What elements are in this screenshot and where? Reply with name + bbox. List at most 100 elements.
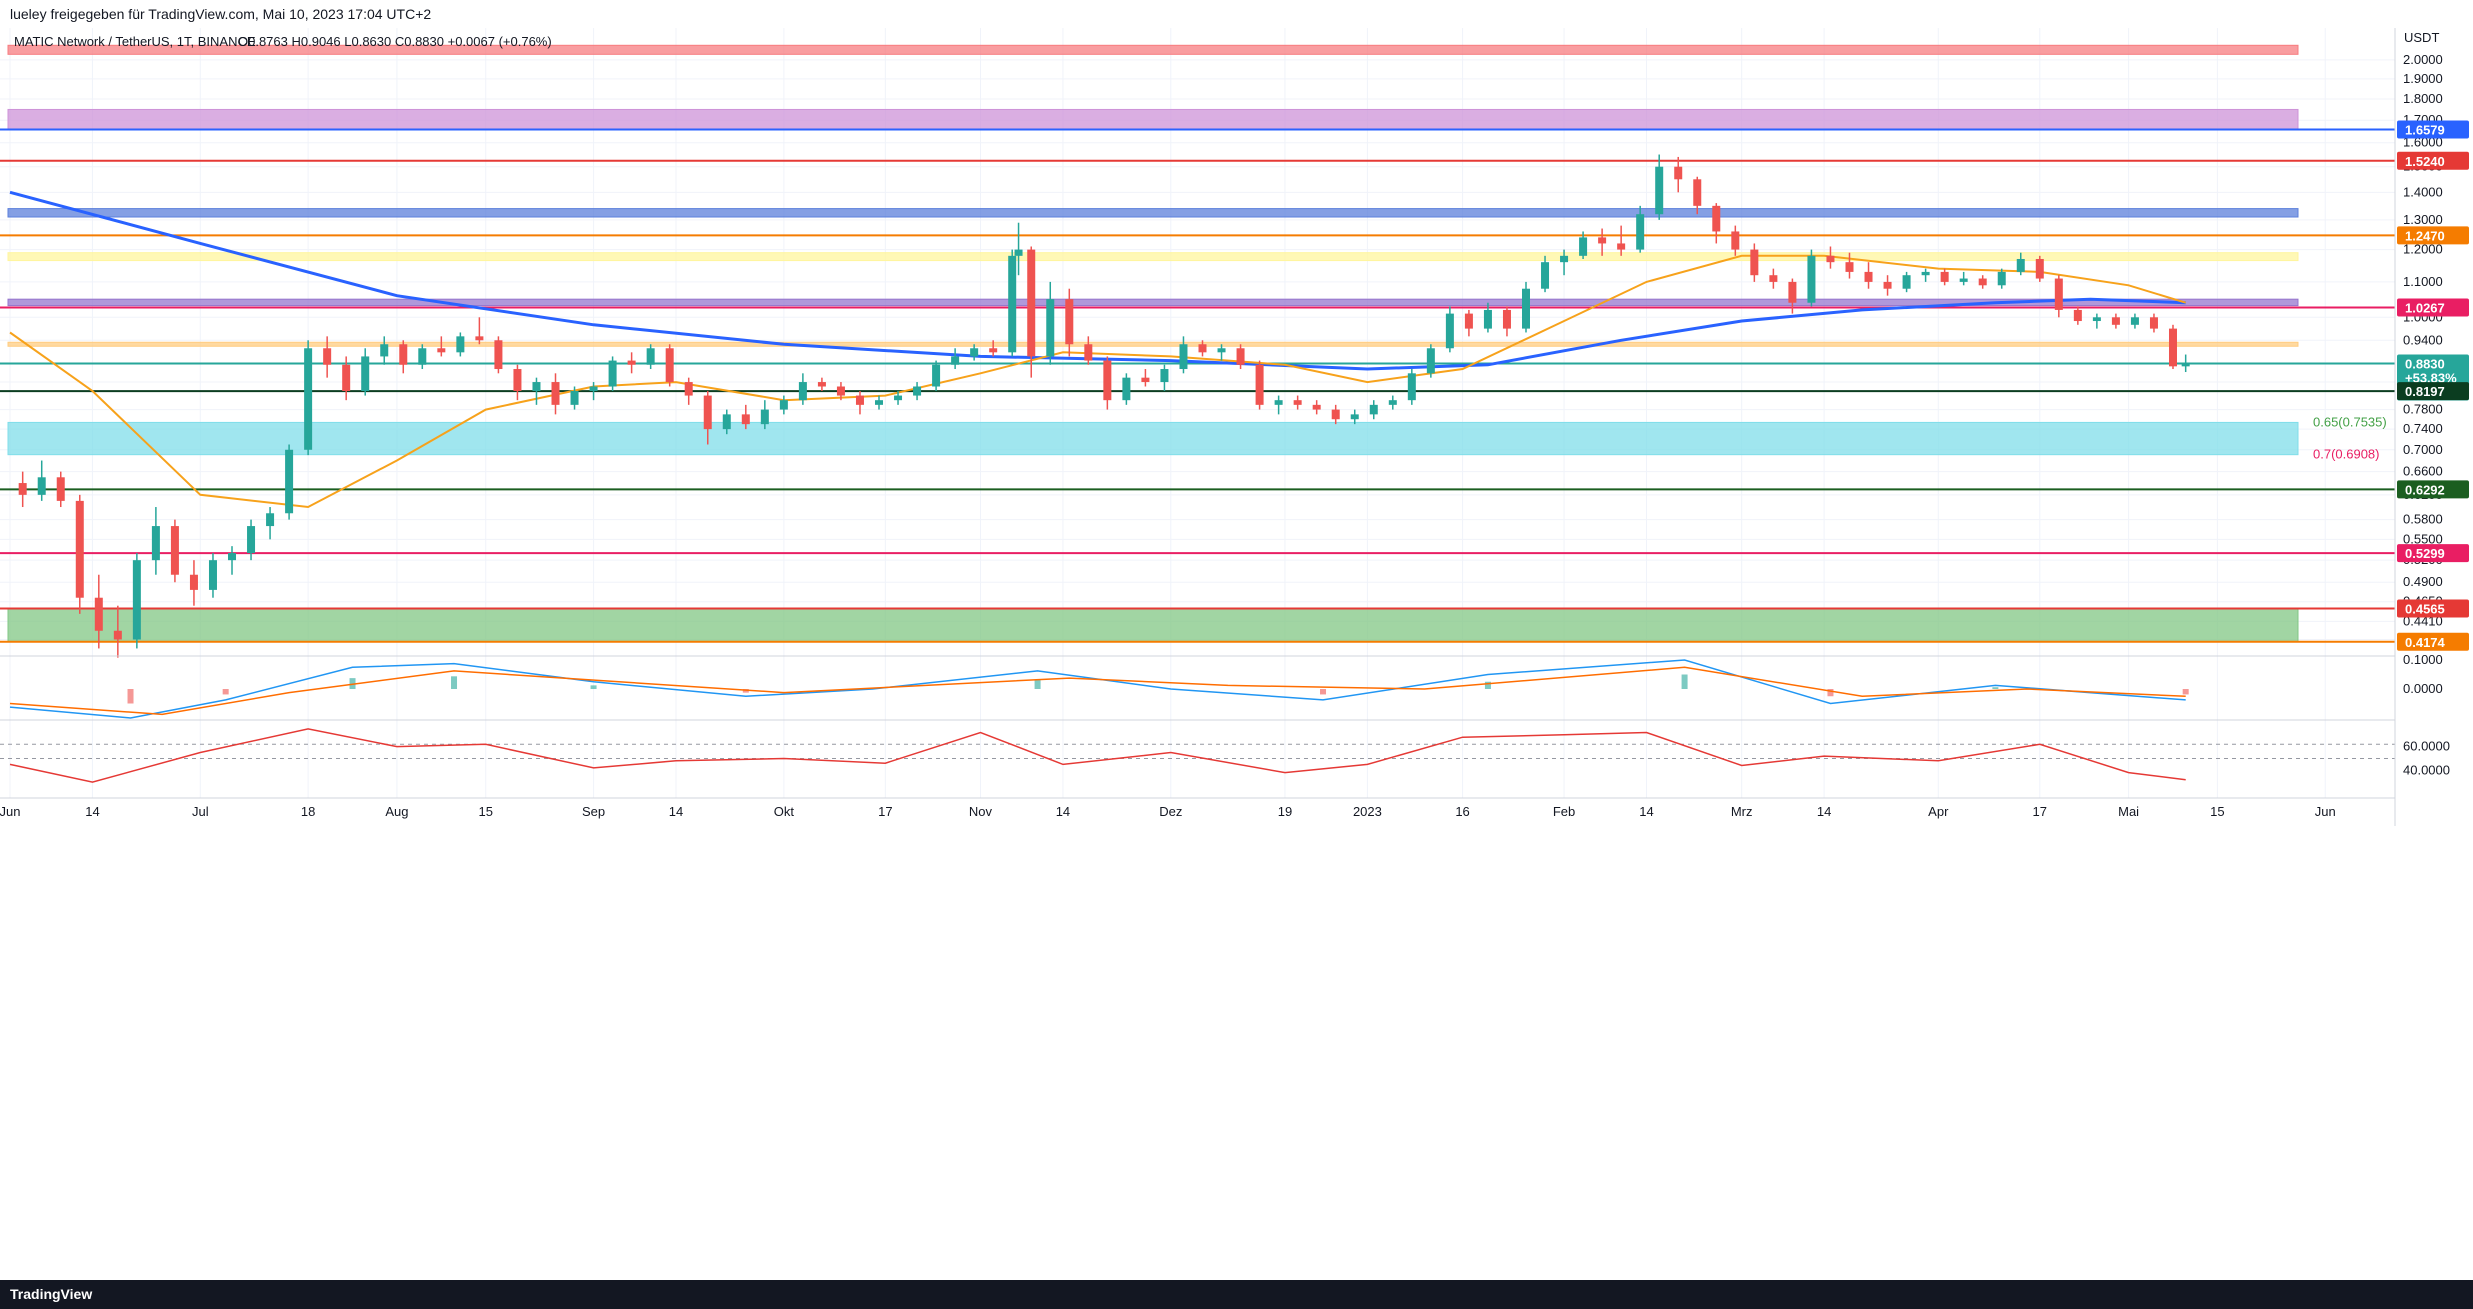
price-zone <box>7 341 2299 347</box>
price-label-text: 1.5240 <box>2405 154 2445 169</box>
candle-up <box>913 386 922 396</box>
candle-up <box>951 356 960 365</box>
candle-up <box>570 391 579 405</box>
candle-up <box>1997 271 2006 286</box>
candle-up <box>1426 348 1435 374</box>
candle-up <box>247 526 256 554</box>
candle-up <box>1521 288 1530 329</box>
candle-up <box>456 336 465 353</box>
candle-up <box>1407 373 1416 401</box>
moving-average-layer <box>9 190 2186 509</box>
candle-up <box>722 414 731 430</box>
publisher-header: lueley freigegeben für TradingView.com, … <box>0 0 2473 28</box>
candle-up <box>589 386 598 392</box>
candle-up <box>1014 249 1023 256</box>
candle-down <box>1293 400 1302 405</box>
x-tick-label: Jul <box>192 804 209 819</box>
candle-down <box>1940 271 1949 282</box>
price-label-text: 1.0267 <box>2405 301 2445 316</box>
candle-up <box>1579 237 1588 256</box>
x-tick-label: 15 <box>2210 804 2224 819</box>
candle-down <box>2168 328 2177 367</box>
price-axis: 2.00001.90001.80001.70001.60001.50001.40… <box>2394 28 2473 1280</box>
macd-histogram-bar <box>590 685 597 689</box>
level-line-layer: 0.65(0.7535) 0.7(0.6908) <box>0 128 2395 643</box>
candle-down <box>189 574 198 590</box>
candle-down <box>1731 231 1740 250</box>
x-tick-label: Sep <box>582 804 605 819</box>
candle-up <box>2016 258 2025 272</box>
fib-level-label: 0.7(0.6908) <box>2313 447 2380 462</box>
grid-layer <box>0 28 2395 798</box>
macd-line <box>9 659 2186 719</box>
candle-down <box>2073 309 2082 322</box>
candle-up <box>228 553 237 561</box>
macd-signal-line <box>9 666 2186 716</box>
candle-down <box>1845 262 1854 272</box>
candle-up <box>970 348 979 357</box>
x-tick-label: Aug <box>385 804 408 819</box>
candle-up <box>1636 214 1645 250</box>
candle-up <box>1388 400 1397 405</box>
x-tick-label: Jun <box>0 804 20 819</box>
candle-up <box>798 382 807 401</box>
price-label-text: 0.8197 <box>2405 384 2445 399</box>
y-tick-label: 2.0000 <box>2403 52 2443 67</box>
footer-bar: TradingView <box>0 1280 2473 1309</box>
x-tick-label: 14 <box>669 804 683 819</box>
candle-down <box>2111 317 2120 325</box>
legend-ohlc: O0.8763 H0.9046 L0.8630 C0.8830 +0.0067 … <box>238 34 552 49</box>
price-label-text: 1.2470 <box>2405 228 2445 243</box>
candle-up <box>894 395 903 401</box>
x-tick-label: Nov <box>969 804 993 819</box>
macd-histogram-bar <box>1034 679 1041 689</box>
candle-down <box>1617 243 1626 250</box>
candle-down <box>1141 377 1150 383</box>
candle-up <box>875 400 884 405</box>
candle-up <box>1902 275 1911 289</box>
y-tick-label: 0.5500 <box>2403 531 2443 546</box>
x-tick-label: 18 <box>301 804 315 819</box>
rsi-tick-label: 60.0000 <box>2403 739 2450 754</box>
candle-down <box>94 597 103 631</box>
fib-level-label: 0.65(0.7535) <box>2313 414 2387 429</box>
legend-symbol: MATIC Network / TetherUS, 1T, BINANCE <box>14 34 256 49</box>
candle-up <box>151 526 160 561</box>
candle-down <box>855 395 864 405</box>
candle-up <box>1445 313 1454 349</box>
y-tick-label: 0.6600 <box>2403 464 2443 479</box>
candle-up <box>361 356 370 392</box>
rsi-line <box>9 728 2186 783</box>
x-tick-label: Dez <box>1159 804 1182 819</box>
candle-up <box>208 560 217 590</box>
price-label-text: 0.6292 <box>2405 482 2445 497</box>
macd-histogram-bar <box>1320 689 1327 695</box>
rsi-pane <box>0 719 2395 783</box>
candle-up <box>1807 255 1816 303</box>
x-tick-label: 14 <box>85 804 99 819</box>
candle-down <box>342 364 351 392</box>
price-label-text: 0.8830 <box>2405 357 2445 372</box>
macd-histogram-bar <box>1681 674 1688 689</box>
candle-down <box>1065 299 1074 345</box>
candle-down <box>437 348 446 353</box>
price-zone <box>7 252 2299 262</box>
candle-down <box>1464 313 1473 329</box>
x-tick-label: Mrz <box>1731 804 1753 819</box>
candle-up <box>1483 309 1492 329</box>
candle-down <box>627 360 636 365</box>
price-label-text: 0.4174 <box>2405 635 2446 650</box>
chart-canvas[interactable]: 0.65(0.7535) 0.7(0.6908) 2.0000 1.9000 1.80… <box>0 28 2473 1280</box>
candle-up <box>304 348 313 450</box>
candle-down <box>113 630 122 640</box>
candle-up <box>266 513 275 527</box>
candle-down <box>1674 166 1683 180</box>
rsi-tick-label: 40.0000 <box>2403 762 2450 777</box>
y-tick-label: 0.7400 <box>2403 421 2443 436</box>
candle-up <box>646 348 655 365</box>
x-tick-label: 16 <box>1455 804 1469 819</box>
candle-up <box>285 449 294 514</box>
price-zone <box>7 108 2299 130</box>
candle-up <box>1369 404 1378 415</box>
candle-up <box>532 382 541 392</box>
